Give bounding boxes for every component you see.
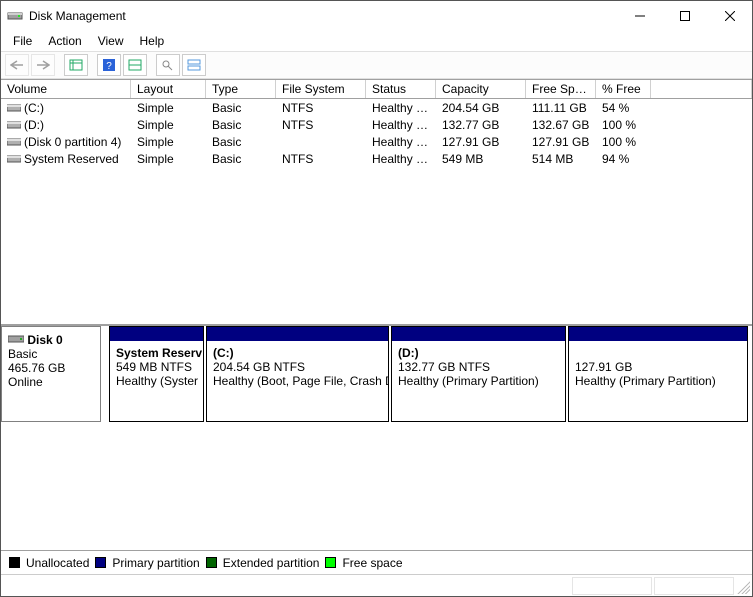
toolbar-search[interactable]: [156, 54, 180, 76]
menu-view[interactable]: View: [90, 32, 132, 50]
toolbar-view-3[interactable]: [182, 54, 206, 76]
forward-button[interactable]: [31, 54, 55, 76]
disk-row: Disk 0 Basic 465.76 GB Online System Res…: [1, 326, 752, 422]
col-status[interactable]: Status: [366, 80, 436, 98]
menu-help[interactable]: Help: [132, 32, 173, 50]
partition-bar: [569, 327, 747, 341]
close-button[interactable]: [707, 1, 752, 31]
col-layout[interactable]: Layout: [131, 80, 206, 98]
swatch-unallocated: [9, 557, 20, 568]
legend-free: Free space: [342, 556, 402, 570]
drive-icon: [7, 102, 21, 112]
col-filesystem[interactable]: File System: [276, 80, 366, 98]
status-cell-2: [654, 577, 734, 595]
graphical-pane: Disk 0 Basic 465.76 GB Online System Res…: [1, 326, 752, 550]
partition[interactable]: (C:)204.54 GB NTFSHealthy (Boot, Page Fi…: [206, 326, 389, 422]
col-type[interactable]: Type: [206, 80, 276, 98]
back-button[interactable]: [5, 54, 29, 76]
title-bar: Disk Management: [1, 1, 752, 31]
partition[interactable]: (D:)132.77 GB NTFSHealthy (Primary Parti…: [391, 326, 566, 422]
partition-text: System Reserv549 MB NTFSHealthy (Syster: [110, 341, 203, 393]
drive-icon: [7, 119, 21, 129]
table-row[interactable]: (D:)SimpleBasicNTFSHealthy (P...132.77 G…: [1, 116, 752, 133]
status-cell-1: [572, 577, 652, 595]
legend-primary: Primary partition: [112, 556, 199, 570]
col-pctfree[interactable]: % Free: [596, 80, 651, 98]
drive-icon: [7, 153, 21, 163]
disk-size: 465.76 GB: [8, 361, 65, 375]
partition-text: (D:)132.77 GB NTFSHealthy (Primary Parti…: [392, 341, 565, 393]
table-row[interactable]: System ReservedSimpleBasicNTFSHealthy (S…: [1, 150, 752, 167]
disk-name: Disk 0: [27, 333, 62, 347]
minimize-button[interactable]: [617, 1, 662, 31]
partition-bar: [110, 327, 203, 341]
legend-unallocated: Unallocated: [26, 556, 89, 570]
disk-status: Online: [8, 375, 43, 389]
menu-file[interactable]: File: [5, 32, 40, 50]
col-freespace[interactable]: Free Spa...: [526, 80, 596, 98]
svg-text:?: ?: [106, 61, 112, 72]
toolbar: ?: [1, 51, 752, 79]
resize-grip[interactable]: [734, 578, 750, 594]
help-button[interactable]: ?: [97, 54, 121, 76]
toolbar-view-1[interactable]: [64, 54, 88, 76]
table-row[interactable]: (C:)SimpleBasicNTFSHealthy (B...204.54 G…: [1, 99, 752, 116]
col-capacity[interactable]: Capacity: [436, 80, 526, 98]
legend-extended: Extended partition: [223, 556, 320, 570]
disk-management-window: Disk Management File Action View Help ? …: [0, 0, 753, 597]
partition-bar: [392, 327, 565, 341]
swatch-extended: [206, 557, 217, 568]
menu-bar: File Action View Help: [1, 31, 752, 51]
menu-action[interactable]: Action: [40, 32, 89, 50]
partition[interactable]: 127.91 GBHealthy (Primary Partition): [568, 326, 748, 422]
volume-list-header: Volume Layout Type File System Status Ca…: [1, 79, 752, 99]
drive-icon: [8, 333, 24, 347]
swatch-free: [325, 557, 336, 568]
drive-icon: [7, 136, 21, 146]
volume-list[interactable]: (C:)SimpleBasicNTFSHealthy (B...204.54 G…: [1, 99, 752, 324]
col-volume[interactable]: Volume: [1, 80, 131, 98]
status-bar: [1, 574, 752, 596]
col-blank[interactable]: [651, 80, 752, 98]
legend: Unallocated Primary partition Extended p…: [1, 550, 752, 574]
partition-bar: [207, 327, 388, 341]
maximize-button[interactable]: [662, 1, 707, 31]
toolbar-view-2[interactable]: [123, 54, 147, 76]
partition-text: 127.91 GBHealthy (Primary Partition): [569, 341, 747, 393]
window-title: Disk Management: [29, 9, 617, 23]
partition-text: (C:)204.54 GB NTFSHealthy (Boot, Page Fi…: [207, 341, 388, 393]
partition-map: System Reserv549 MB NTFSHealthy (Syster(…: [109, 326, 752, 422]
disk-info[interactable]: Disk 0 Basic 465.76 GB Online: [1, 326, 101, 422]
table-row[interactable]: (Disk 0 partition 4)SimpleBasicHealthy (…: [1, 133, 752, 150]
app-icon: [7, 8, 23, 24]
partition[interactable]: System Reserv549 MB NTFSHealthy (Syster: [109, 326, 204, 422]
swatch-primary: [95, 557, 106, 568]
disk-type: Basic: [8, 347, 37, 361]
